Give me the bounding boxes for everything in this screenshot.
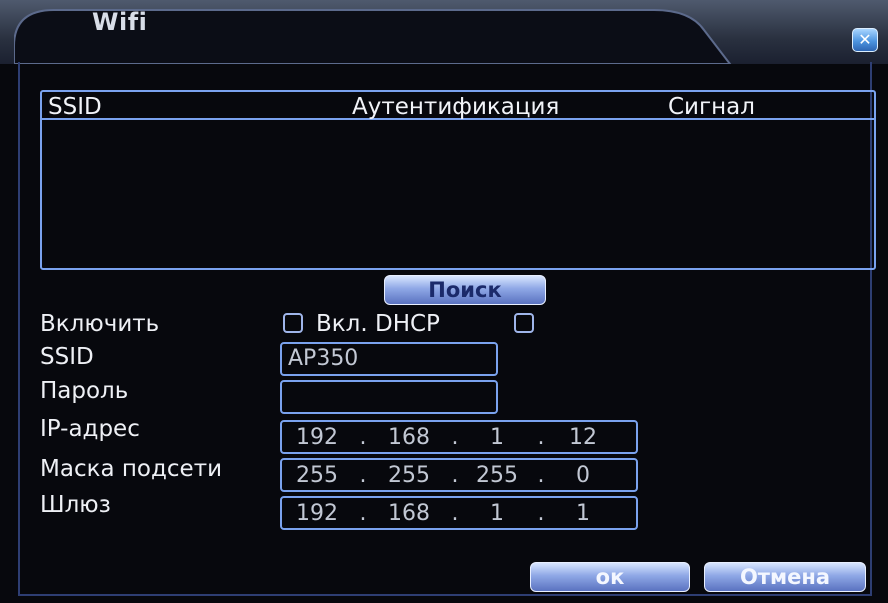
- gateway-octet-4[interactable]: 1: [548, 500, 618, 528]
- ssid-input[interactable]: AP350: [280, 342, 498, 376]
- dhcp-checkbox[interactable]: [514, 313, 534, 333]
- network-list-header: SSID Аутентификация Сигнал: [42, 92, 874, 120]
- mask-octet-3[interactable]: 255: [462, 462, 532, 490]
- gateway-octet-1[interactable]: 192: [282, 500, 352, 528]
- mask-separator: .: [359, 463, 367, 488]
- gateway-octet-3[interactable]: 1: [462, 500, 532, 528]
- cancel-button[interactable]: Отмена: [704, 562, 866, 592]
- subnet-mask-label: Маска подсети: [40, 456, 223, 482]
- subnet-mask-input[interactable]: 255 . 255 . 255 . 0: [280, 458, 638, 492]
- ok-button[interactable]: ок: [530, 562, 690, 592]
- wifi-dialog: Wifi ✕ SSID Аутентификация Сигнал Поиск …: [0, 0, 888, 603]
- ip-octet-2[interactable]: 168: [374, 424, 444, 452]
- gateway-separator: .: [359, 501, 367, 526]
- title-bar: Wifi ✕: [0, 0, 888, 64]
- ip-separator: .: [537, 425, 545, 450]
- ip-octet-4[interactable]: 12: [548, 424, 618, 452]
- ip-address-label: IP-адрес: [40, 416, 140, 442]
- gateway-separator: .: [451, 501, 459, 526]
- enable-checkbox[interactable]: [283, 313, 303, 333]
- password-label: Пароль: [40, 378, 129, 404]
- enable-label: Включить: [40, 311, 160, 337]
- ssid-label: SSID: [40, 344, 94, 370]
- ip-octet-1[interactable]: 192: [282, 424, 352, 452]
- mask-octet-4[interactable]: 0: [548, 462, 618, 490]
- mask-octet-1[interactable]: 255: [282, 462, 352, 490]
- mask-separator: .: [537, 463, 545, 488]
- network-list[interactable]: SSID Аутентификация Сигнал: [40, 90, 876, 270]
- gateway-label: Шлюз: [40, 492, 111, 518]
- mask-separator: .: [451, 463, 459, 488]
- gateway-separator: .: [537, 501, 545, 526]
- ip-address-input[interactable]: 192 . 168 . 1 . 12: [280, 420, 638, 454]
- column-signal[interactable]: Сигнал: [668, 94, 755, 120]
- ip-separator: .: [451, 425, 459, 450]
- window-title: Wifi: [92, 8, 148, 36]
- ip-separator: .: [359, 425, 367, 450]
- dhcp-label: Вкл. DHCP: [316, 311, 440, 337]
- search-button[interactable]: Поиск: [384, 275, 546, 305]
- column-authentication[interactable]: Аутентификация: [352, 94, 559, 120]
- column-ssid[interactable]: SSID: [48, 94, 102, 120]
- ip-octet-3[interactable]: 1: [462, 424, 532, 452]
- close-icon: ✕: [858, 30, 872, 49]
- close-button[interactable]: ✕: [852, 28, 878, 52]
- mask-octet-2[interactable]: 255: [374, 462, 444, 490]
- password-input[interactable]: [280, 380, 498, 414]
- gateway-octet-2[interactable]: 168: [374, 500, 444, 528]
- gateway-input[interactable]: 192 . 168 . 1 . 1: [280, 496, 638, 530]
